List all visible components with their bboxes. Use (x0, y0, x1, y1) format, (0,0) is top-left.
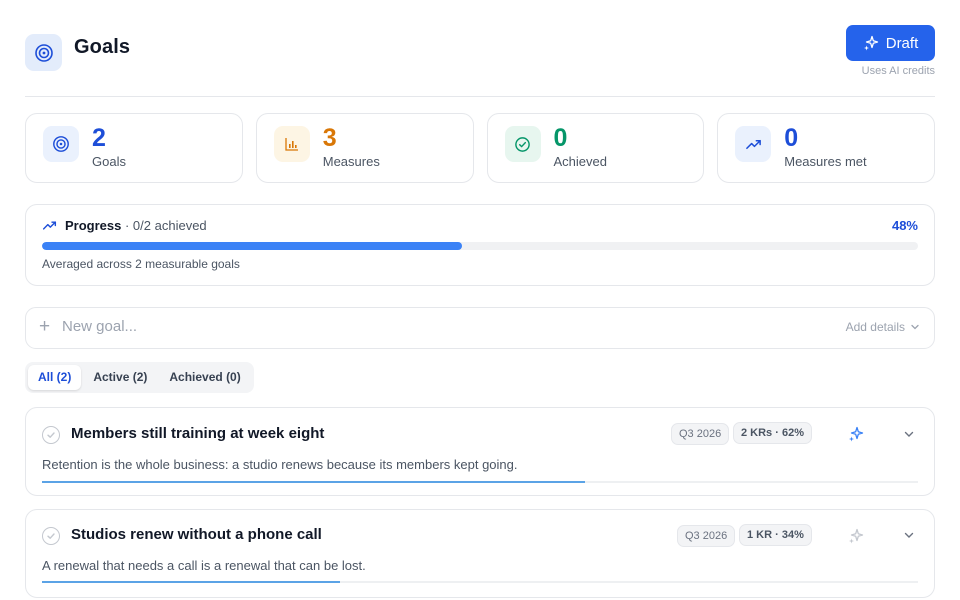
goal-description: Retention is the whole business: a studi… (42, 457, 518, 472)
draft-button-label: Draft (885, 34, 919, 52)
sparkles-icon (849, 426, 864, 442)
add-details-label: Add details (845, 320, 905, 334)
goal-progress-bar (42, 581, 918, 583)
tab-all[interactable]: All (2) (28, 365, 82, 390)
filter-tabs: All (2) Active (2) Achieved (0) (25, 362, 254, 393)
expand-goal-button[interactable] (901, 527, 917, 543)
stat-value: 2 (92, 124, 106, 152)
goal-complete-toggle[interactable] (42, 527, 60, 545)
goal-progress-fill (42, 481, 586, 483)
stat-value: 0 (784, 124, 799, 152)
progress-bar-fill (42, 242, 463, 250)
stat-label: Goals (92, 154, 126, 169)
progress-header: Progress · 0/2 achieved (42, 218, 207, 233)
target-icon (43, 126, 79, 162)
goal-description: A renewal that needs a call is a renewal… (42, 558, 366, 573)
stat-value: 0 (553, 124, 568, 152)
stat-value: 3 (322, 124, 337, 152)
progress-card: Progress · 0/2 achieved 48% Averaged acr… (25, 204, 935, 286)
sparkles-icon (863, 35, 878, 51)
ai-suggest-button[interactable] (847, 425, 865, 443)
goal-title: Studios renew without a phone call (71, 526, 322, 543)
goal-card[interactable]: Studios renew without a phone call Q3 20… (25, 509, 935, 598)
chevron-down-icon (904, 532, 914, 538)
goal-progress-fill (42, 581, 340, 583)
stats-row: 2 Goals 3 Measures 0 Achieved 0 Measures… (25, 113, 935, 183)
goal-kr-badge: 1 KR · 34% (739, 524, 812, 546)
chevron-down-icon (904, 431, 914, 437)
stat-card-goals: 2 Goals (25, 113, 243, 183)
sparkles-icon (849, 528, 864, 544)
chevron-down-icon (911, 324, 919, 330)
goal-title: Members still training at week eight (71, 425, 325, 442)
draft-button[interactable]: Draft (846, 25, 935, 61)
ai-credits-note: Uses AI credits (861, 65, 935, 77)
check-circle-icon (504, 126, 541, 162)
plus-icon: + (39, 316, 51, 337)
bar-chart-icon (273, 126, 310, 162)
page-header: Goals Draft Uses AI credits (25, 24, 935, 96)
progress-note: Averaged across 2 measurable goals (42, 257, 240, 271)
trending-up-icon (42, 221, 57, 230)
add-details-button[interactable]: Add details (846, 320, 920, 334)
stat-card-measures-met: 0 Measures met (717, 113, 935, 183)
progress-percent: 48% (891, 218, 918, 233)
target-icon (25, 34, 62, 71)
ai-suggest-button[interactable] (847, 527, 865, 545)
goal-card[interactable]: Members still training at week eight Q3 … (25, 407, 935, 496)
stat-card-measures: 3 Measures (255, 113, 474, 183)
stat-card-achieved: 0 Achieved (486, 113, 705, 183)
check-icon (47, 432, 55, 438)
new-goal-bar: + Add details (25, 307, 935, 349)
stat-label: Measures met (784, 154, 867, 169)
check-icon (47, 533, 55, 539)
progress-sub: · 0/2 achieved (121, 218, 207, 233)
goal-kr-badge: 2 KRs · 62% (733, 422, 812, 444)
goal-progress-bar (42, 481, 918, 483)
progress-bar (42, 242, 918, 250)
stat-label: Measures (322, 154, 380, 169)
tab-active[interactable]: Active (2) (83, 365, 157, 390)
goal-quarter-badge: Q3 2026 (671, 423, 730, 445)
goal-complete-toggle[interactable] (42, 426, 60, 444)
progress-label: Progress (65, 218, 122, 233)
page-title: Goals (74, 36, 131, 58)
tab-achieved[interactable]: Achieved (0) (159, 365, 250, 390)
header-divider (25, 96, 935, 97)
expand-goal-button[interactable] (901, 426, 917, 442)
goal-quarter-badge: Q3 2026 (677, 525, 736, 547)
trending-up-icon (735, 126, 772, 162)
new-goal-input[interactable] (62, 318, 562, 335)
stat-label: Achieved (553, 154, 607, 169)
